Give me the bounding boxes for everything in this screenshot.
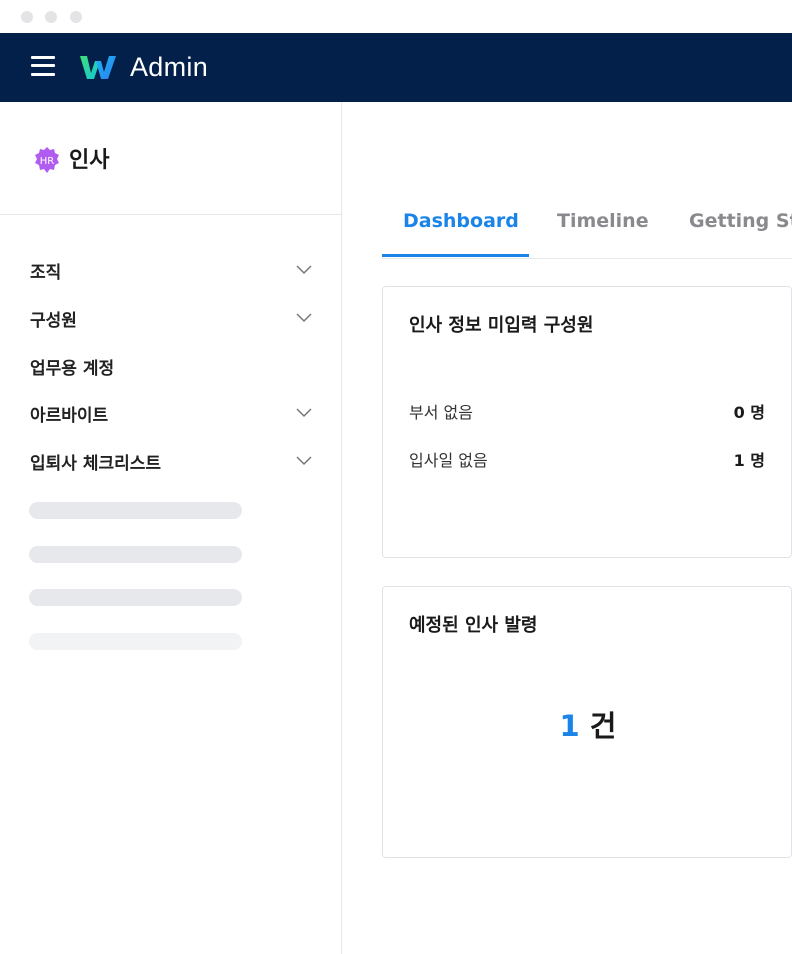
hamburger-icon[interactable] bbox=[31, 54, 56, 78]
missing-info-card: 인사 정보 미입력 구성원 부서 없음 0 명 입사일 없음 1 명 bbox=[382, 286, 792, 558]
maximize-window-dot[interactable] bbox=[70, 11, 82, 23]
chevron-down-icon[interactable] bbox=[296, 456, 312, 466]
sidebar-item-members[interactable]: 구성원 bbox=[30, 301, 312, 335]
card-title: 예정된 인사 발령 bbox=[409, 615, 538, 636]
loading-skeleton bbox=[29, 502, 242, 519]
main-content: Dashboard Timeline Getting Sta 인사 정보 미입력… bbox=[342, 102, 792, 954]
sidebar-item-label: 입퇴사 체크리스트 bbox=[30, 453, 162, 474]
no-join-date-count[interactable]: 1 명 bbox=[734, 447, 765, 471]
w-logo-icon[interactable] bbox=[79, 53, 117, 81]
window-chrome bbox=[0, 0, 792, 33]
top-navigation-bar: Admin bbox=[0, 33, 792, 102]
no-department-label: 부서 없음 bbox=[409, 403, 473, 422]
sidebar-header: HR 인사 bbox=[0, 102, 341, 215]
close-window-dot[interactable] bbox=[21, 11, 33, 23]
sidebar-item-label: 조직 bbox=[30, 262, 62, 283]
minimize-window-dot[interactable] bbox=[45, 11, 57, 23]
no-join-date-label: 입사일 없음 bbox=[409, 451, 488, 470]
tab-getting-started[interactable]: Getting Sta bbox=[689, 210, 792, 232]
tab-dashboard[interactable]: Dashboard bbox=[403, 210, 519, 232]
hr-badge-icon: HR bbox=[35, 147, 59, 173]
scheduled-count[interactable]: 1 건 bbox=[383, 703, 792, 745]
chevron-down-icon[interactable] bbox=[296, 265, 312, 275]
sidebar-item-label: 구성원 bbox=[30, 310, 77, 331]
sidebar-title: 인사 bbox=[69, 148, 110, 173]
tab-timeline[interactable]: Timeline bbox=[557, 210, 649, 232]
scheduled-count-value: 1 bbox=[559, 709, 580, 743]
card-title: 인사 정보 미입력 구성원 bbox=[409, 315, 594, 336]
scheduled-count-unit: 건 bbox=[589, 709, 617, 743]
tab-bar: Dashboard Timeline Getting Sta bbox=[382, 197, 792, 259]
sidebar-item-work-accounts[interactable]: 업무용 계정 bbox=[30, 349, 312, 383]
sidebar-item-part-time[interactable]: 아르바이트 bbox=[30, 396, 312, 430]
chevron-down-icon[interactable] bbox=[296, 313, 312, 323]
no-department-count[interactable]: 0 명 bbox=[734, 399, 765, 423]
chevron-down-icon[interactable] bbox=[296, 408, 312, 418]
scheduled-appointments-card: 예정된 인사 발령 1 건 bbox=[382, 586, 792, 858]
sidebar-item-organization[interactable]: 조직 bbox=[30, 253, 312, 287]
brand-name[interactable]: Admin bbox=[130, 52, 208, 83]
svg-text:HR: HR bbox=[40, 156, 55, 167]
loading-skeleton bbox=[29, 633, 242, 650]
sidebar-item-label: 업무용 계정 bbox=[30, 358, 115, 379]
sidebar: HR 인사 조직 구성원 업무용 계정 아르바이트 입퇴사 체크리스트 bbox=[0, 102, 342, 954]
sidebar-item-onboarding-checklist[interactable]: 입퇴사 체크리스트 bbox=[30, 444, 312, 478]
loading-skeleton bbox=[29, 589, 242, 606]
active-tab-indicator bbox=[382, 254, 529, 257]
loading-skeleton bbox=[29, 546, 242, 563]
sidebar-item-label: 아르바이트 bbox=[30, 405, 109, 426]
